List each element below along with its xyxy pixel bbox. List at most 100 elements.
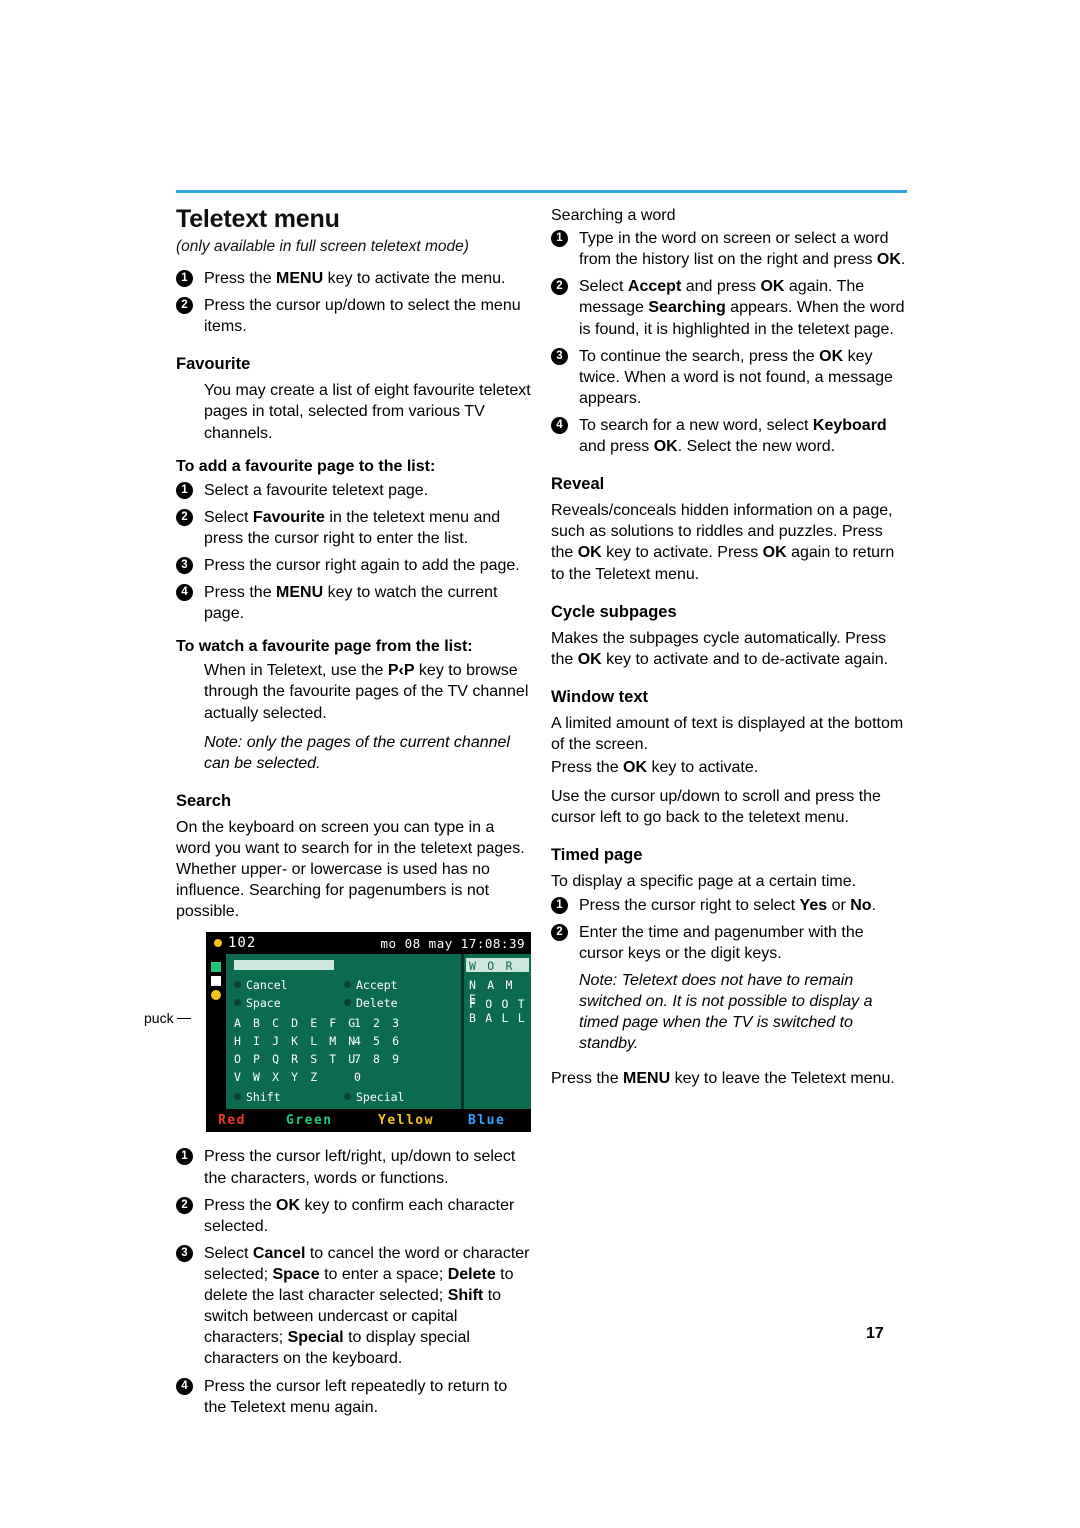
reveal-body: Reveals/conceals hidden information on a… xyxy=(551,502,895,583)
list-item: 1 Press the cursor left/right, up/down t… xyxy=(176,1146,531,1188)
step-number: 3 xyxy=(176,556,193,574)
num-row-2[interactable]: 4 5 6 xyxy=(354,1034,402,1048)
list-item: 2 Press the OK key to confirm each chara… xyxy=(176,1195,531,1237)
step-text: Press the OK key to confirm each charact… xyxy=(204,1196,515,1235)
special-button[interactable]: Special xyxy=(344,1090,404,1104)
list-item: 4 Press the cursor left repeatedly to re… xyxy=(176,1376,531,1418)
num-row-1[interactable]: 1 2 3 xyxy=(354,1016,402,1030)
list-item: 4 To search for a new word, select Keybo… xyxy=(551,415,907,457)
delete-button[interactable]: Delete xyxy=(344,996,398,1010)
num-row-3[interactable]: 7 8 9 xyxy=(354,1052,402,1066)
cancel-button[interactable]: Cancel xyxy=(234,978,288,992)
favourite-note: Note: only the pages of the current chan… xyxy=(204,733,510,772)
red-key[interactable]: Red xyxy=(218,1113,246,1128)
step-number: 1 xyxy=(176,1148,193,1166)
blue-key[interactable]: Blue xyxy=(468,1113,505,1128)
list-item: 2 Enter the time and pagenumber with the… xyxy=(551,922,907,964)
bullet-icon xyxy=(344,981,351,989)
page-number: 17 xyxy=(866,1325,884,1342)
bullet-icon xyxy=(234,1093,241,1101)
favourite-body: You may create a list of eight favourite… xyxy=(204,382,531,442)
shift-button[interactable]: Shift xyxy=(234,1090,281,1104)
list-item: 2 Press the cursor up/down to select the… xyxy=(176,295,531,337)
step-text: Press the MENU key to watch the current … xyxy=(204,584,498,623)
step-text: Press the cursor up/down to select the m… xyxy=(204,297,521,336)
tv-body: Cancel Accept Space Delete A B C D E F G… xyxy=(206,954,531,1110)
dot-icon xyxy=(211,990,221,1001)
search-steps-list: 1 Press the cursor left/right, up/down t… xyxy=(176,1146,531,1417)
history-item-3[interactable]: F O O T B A L L xyxy=(469,997,531,1025)
key-row-4[interactable]: V W X Y Z xyxy=(234,1070,320,1084)
section-favourite-heading: Favourite xyxy=(176,355,251,374)
step-number: 2 xyxy=(176,1196,193,1214)
search-body: On the keyboard on screen you can type i… xyxy=(176,818,525,921)
step-text: Press the cursor left repeatedly to retu… xyxy=(204,1377,508,1416)
list-item: 1 Press the cursor right to select Yes o… xyxy=(551,895,907,916)
step-number: 4 xyxy=(176,1377,193,1395)
step-number: 4 xyxy=(551,416,568,434)
step-text: Enter the time and pagenumber with the c… xyxy=(579,923,864,962)
page-title: Teletext menu xyxy=(176,205,340,233)
header-rule xyxy=(176,190,907,193)
green-key[interactable]: Green xyxy=(286,1113,333,1128)
window-body-3: Use the cursor up/down to scroll and pre… xyxy=(551,788,881,827)
favourite-watch-heading: To watch a favourite page from the list: xyxy=(176,638,473,656)
teletext-keyboard-screenshot: puck 102 mo 08 may 17:08:39 Cancel Accep… xyxy=(144,932,531,1133)
step-number: 1 xyxy=(551,896,568,914)
favourite-add-heading: To add a favourite page to the list: xyxy=(176,457,436,475)
space-button[interactable]: Space xyxy=(234,996,281,1010)
searching-heading: Searching a word xyxy=(551,207,676,224)
step-number: 1 xyxy=(551,230,568,248)
list-item: 1 Type in the word on screen or select a… xyxy=(551,228,907,270)
list-item: 2 Select Accept and press OK again. The … xyxy=(551,276,907,339)
timed-steps-list: 1 Press the cursor right to select Yes o… xyxy=(551,895,907,964)
bullet-icon xyxy=(344,999,351,1007)
step-text: Press the cursor left/right, up/down to … xyxy=(204,1148,516,1187)
searching-steps-list: 1 Type in the word on screen or select a… xyxy=(551,228,907,457)
history-list-panel: W O R D N A M E F O O T B A L L xyxy=(464,954,531,1110)
book-icon xyxy=(211,962,221,973)
step-number: 2 xyxy=(551,923,568,941)
section-search-heading: Search xyxy=(176,791,232,810)
list-item: 3 Press the cursor right again to add th… xyxy=(176,555,531,576)
timed-note: Note: Teletext does not have to remain s… xyxy=(579,971,873,1053)
teletext-clock: mo 08 may 17:08:39 xyxy=(380,936,525,952)
section-reveal-heading: Reveal xyxy=(551,475,605,494)
step-text: To continue the search, press the OK key… xyxy=(579,347,893,407)
num-row-4[interactable]: 0 xyxy=(354,1070,364,1084)
step-number: 2 xyxy=(551,278,568,296)
closing-text: Press the MENU key to leave the Teletext… xyxy=(551,1070,895,1088)
bullet-icon xyxy=(234,999,241,1007)
status-dot-icon xyxy=(214,939,222,948)
step-number: 2 xyxy=(176,508,193,526)
key-row-1[interactable]: A B C D E F G xyxy=(234,1016,358,1030)
step-text: Select Favourite in the teletext menu an… xyxy=(204,508,501,547)
step-text: Press the cursor right again to add the … xyxy=(204,556,520,574)
section-timed-heading: Timed page xyxy=(551,846,643,865)
step-number: 3 xyxy=(176,1244,193,1262)
page-subtitle: (only available in full screen teletext … xyxy=(176,238,469,255)
step-text: Select Accept and press OK again. The me… xyxy=(579,278,905,338)
accept-button[interactable]: Accept xyxy=(344,978,398,992)
favourite-watch-body: When in Teletext, use the P‹P key to bro… xyxy=(204,662,529,722)
favourite-add-steps: 1 Select a favourite teletext page. 2 Se… xyxy=(176,480,531,625)
step-text: Select a favourite teletext page. xyxy=(204,481,429,499)
word-input-field[interactable] xyxy=(234,960,334,971)
yellow-key[interactable]: Yellow xyxy=(378,1113,434,1128)
step-number: 3 xyxy=(551,347,568,365)
step-text: Select Cancel to cancel the word or char… xyxy=(204,1244,530,1368)
step-number: 1 xyxy=(176,270,193,287)
onscreen-keyboard-panel: Cancel Accept Space Delete A B C D E F G… xyxy=(226,954,461,1110)
step-number: 2 xyxy=(176,297,193,315)
key-row-2[interactable]: H I J K L M N xyxy=(234,1034,358,1048)
window-body-2: Press the OK key to activate. xyxy=(551,759,759,777)
list-item: 2 Select Favourite in the teletext menu … xyxy=(176,507,531,549)
key-row-3[interactable]: O P Q R S T U xyxy=(234,1052,358,1066)
list-item: 3 Select Cancel to cancel the word or ch… xyxy=(176,1243,531,1370)
list-item: 1 Press the MENU key to activate the men… xyxy=(176,268,531,289)
timed-body: To display a specific page at a certain … xyxy=(551,873,857,891)
step-text: Press the MENU key to activate the menu. xyxy=(204,270,506,287)
step-text: To search for a new word, select Keyboar… xyxy=(579,416,887,456)
list-item: 4 Press the MENU key to watch the curren… xyxy=(176,582,531,624)
step-number: 4 xyxy=(176,584,193,602)
